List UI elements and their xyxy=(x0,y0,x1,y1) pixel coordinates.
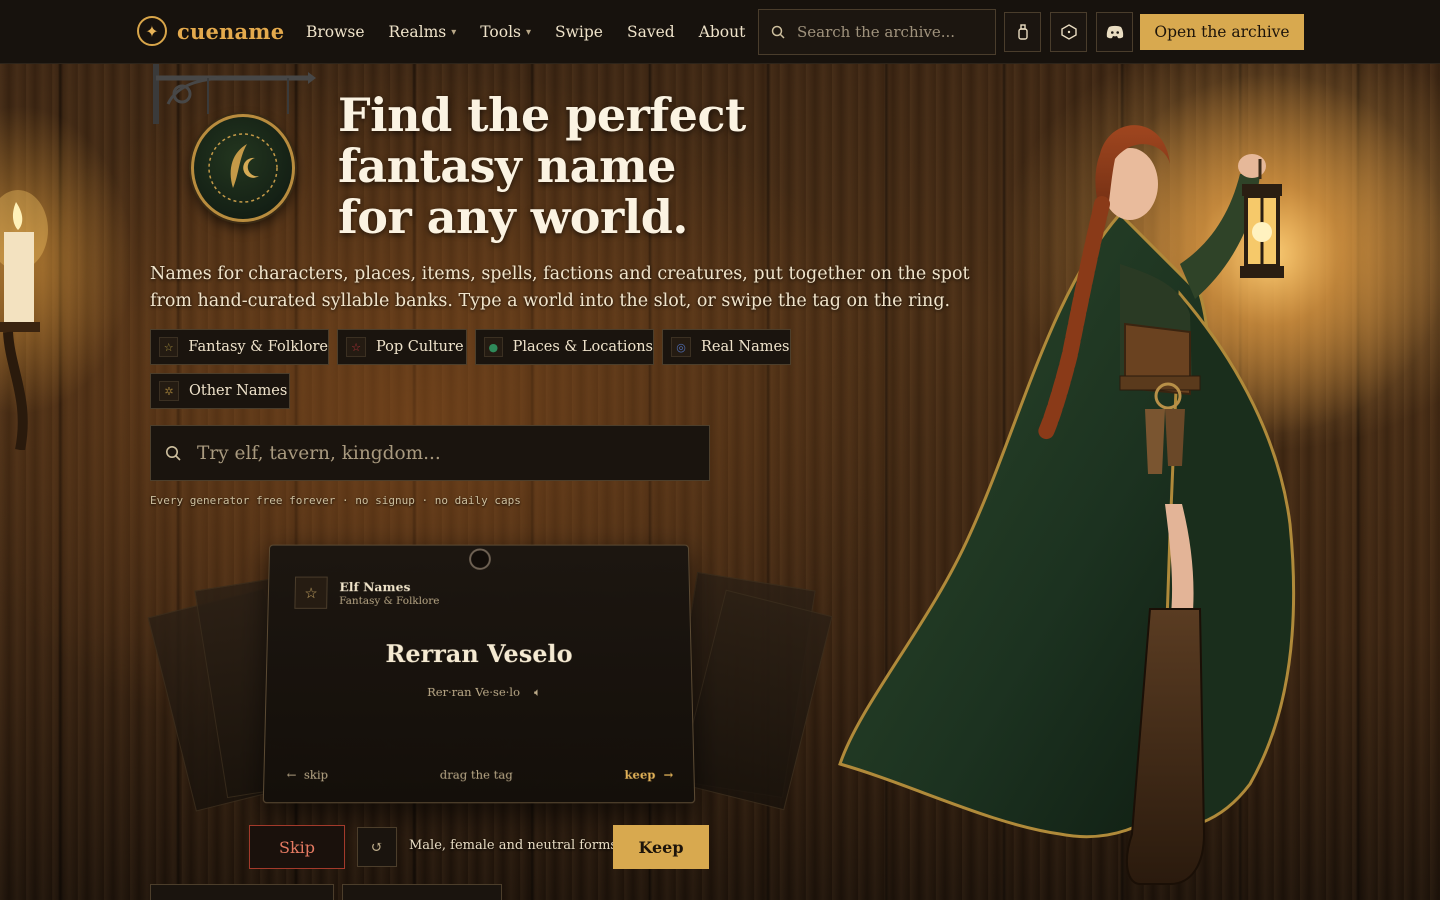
generator-search-placeholder: Try elf, tavern, kingdom... xyxy=(197,442,441,464)
discord-button[interactable] xyxy=(1096,12,1133,52)
nav-swipe-label: Swipe xyxy=(555,23,603,41)
card-header: ☆ Elf Names Fantasy & Folklore xyxy=(294,576,440,609)
partially-visible-chip[interactable] xyxy=(342,884,502,900)
random-dice-button[interactable] xyxy=(1050,12,1087,52)
category-chip-label: Other Names xyxy=(189,383,288,399)
category-chip-label: Pop Culture xyxy=(376,339,464,355)
nav-realms[interactable]: Realms ▾ xyxy=(389,23,457,41)
skip-hint: ← skip xyxy=(287,768,329,782)
nav-swipe[interactable]: Swipe xyxy=(555,23,603,41)
nav-about[interactable]: About xyxy=(699,23,746,41)
card-footer-hints: ← skip drag the tag keep → xyxy=(287,768,674,782)
hero-title-line-1: Find the perfect xyxy=(338,88,746,142)
search-icon xyxy=(166,446,181,461)
nav-saved-label: Saved xyxy=(626,23,675,41)
gear-icon: ✲ xyxy=(159,381,179,401)
undo-icon: ↺ xyxy=(370,838,384,856)
archive-search-placeholder: Search the archive... xyxy=(797,23,956,41)
category-chip-pop-culture[interactable]: ☆ Pop Culture xyxy=(337,329,467,365)
skip-hint-label: skip xyxy=(303,767,329,782)
partially-visible-chip[interactable] xyxy=(150,884,334,900)
candle-illustration xyxy=(0,190,60,454)
nav-about-label: About xyxy=(698,23,746,41)
brand-logo[interactable]: ✦ cuename xyxy=(137,16,284,46)
search-icon xyxy=(771,25,785,39)
keep-hint: keep → xyxy=(624,768,673,782)
chevron-down-icon: ▾ xyxy=(451,26,457,38)
arrow-right-icon: → xyxy=(663,767,674,782)
tag-ring-hole xyxy=(469,548,491,570)
dice-icon xyxy=(1060,24,1077,40)
category-chip-other-names[interactable]: ✲ Other Names xyxy=(150,373,290,409)
arrow-left-icon: ← xyxy=(286,767,297,782)
generator-search-input[interactable]: Try elf, tavern, kingdom... xyxy=(150,425,710,481)
skip-button[interactable]: Skip xyxy=(249,825,345,869)
hero-illustration-woman-with-lantern xyxy=(820,64,1440,900)
compass-star-icon: ✦ xyxy=(137,16,167,46)
hero-title-line-2: fantasy name xyxy=(338,139,676,193)
chevron-down-icon: ▾ xyxy=(525,26,532,38)
pin-icon: ● xyxy=(484,337,503,357)
nav-tools[interactable]: Tools ▾ xyxy=(480,23,531,41)
drag-hint: drag the tag xyxy=(439,767,513,782)
keep-button[interactable]: Keep xyxy=(613,825,709,869)
top-navigation-bar: ✦ cuename Browse Realms ▾ Tools ▾ Swipe Sa… xyxy=(0,0,1440,64)
speaker-icon[interactable]: 🔈︎ xyxy=(534,685,541,700)
category-chip-fantasy-folklore[interactable]: ☆ Fantasy & Folklore xyxy=(150,329,329,365)
category-chip-label: Fantasy & Folklore xyxy=(188,339,328,355)
nav-browse-label: Browse xyxy=(306,23,365,41)
bottle-icon xyxy=(1017,24,1028,40)
moon-sign-emblem xyxy=(191,114,295,222)
globe-icon: ◎ xyxy=(671,337,691,357)
pronunciation-row: Rer·ran Ve·se·lo 🔈︎ xyxy=(266,685,691,700)
nav-saved[interactable]: Saved xyxy=(627,23,675,41)
name-forms-note: Male, female and neutral forms xyxy=(409,838,618,853)
nav-realms-label: Realms xyxy=(388,23,447,41)
hero-title-line-3: for any world. xyxy=(338,190,688,244)
star-icon: ☆ xyxy=(346,337,366,357)
name-swipe-card[interactable]: ☆ Elf Names Fantasy & Folklore Rerran Ve… xyxy=(262,544,696,804)
generator-title: Elf Names xyxy=(339,579,411,594)
pronunciation-text: Rer·ran Ve·se·lo xyxy=(427,684,521,699)
open-archive-button[interactable]: Open the archive xyxy=(1140,14,1304,50)
star-icon[interactable]: ☆ xyxy=(294,576,328,609)
generator-category: Fantasy & Folklore xyxy=(339,594,440,607)
potion-button[interactable] xyxy=(1004,12,1041,52)
category-chip-label: Places & Locations xyxy=(512,339,653,355)
keep-hint-label: keep xyxy=(624,767,656,782)
hero-title: Find the perfect fantasy name for any wo… xyxy=(338,90,758,243)
category-chip-label: Real Names xyxy=(701,339,790,355)
undo-button[interactable]: ↺ xyxy=(357,827,397,867)
discord-icon xyxy=(1106,25,1123,39)
category-chip-real-names[interactable]: ◎ Real Names xyxy=(662,329,791,365)
hero-subtitle: Names for characters, places, items, spe… xyxy=(150,264,970,311)
nav-tools-label: Tools xyxy=(480,23,521,41)
moon-feather-icon xyxy=(208,133,278,203)
generated-name: Rerran Veselo xyxy=(385,639,573,669)
nav-browse[interactable]: Browse xyxy=(306,23,365,41)
main-nav: Browse Realms ▾ Tools ▾ Swipe Saved About xyxy=(306,0,769,64)
star-icon: ☆ xyxy=(159,337,179,357)
free-forever-note: Every generator free forever · no signup… xyxy=(150,494,521,507)
archive-search-input[interactable]: Search the archive... xyxy=(758,9,996,55)
brand-name: cuename xyxy=(177,18,285,44)
category-chip-places-locations[interactable]: ● Places & Locations xyxy=(475,329,654,365)
